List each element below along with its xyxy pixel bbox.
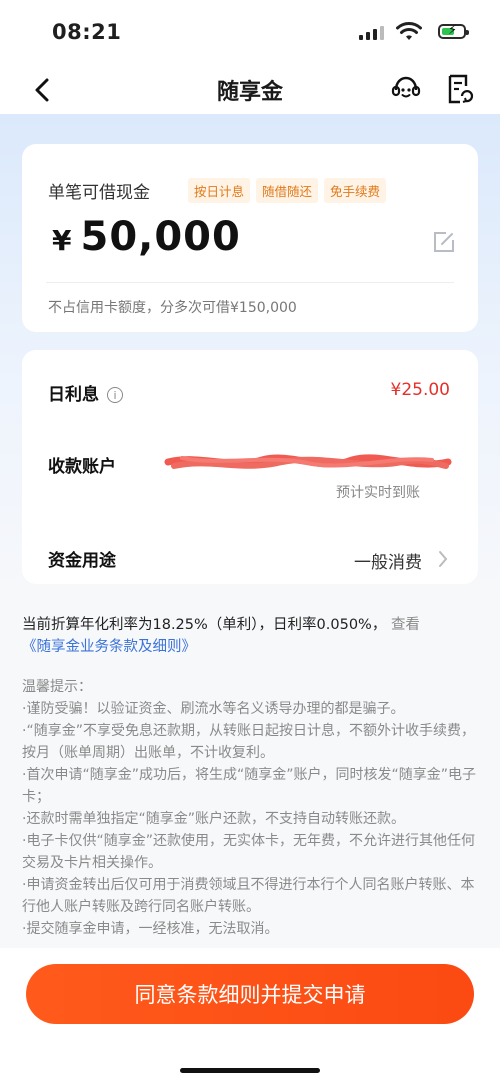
- limit-note: 不占信用卡额度，分多次可借¥150,000: [48, 300, 297, 316]
- customer-service-icon[interactable]: [390, 74, 422, 104]
- tag-no-fee: 免手续费: [324, 178, 387, 203]
- account-label: 收款账户: [48, 457, 116, 477]
- tag-flexible-repay: 随借随还: [256, 178, 319, 203]
- view-label: 查看: [390, 617, 420, 633]
- tip-item: ·首次申请“随享金”成功后，将生成“随享金”账户，同时核发“随享金”电子卡；: [22, 767, 476, 805]
- chevron-right-icon[interactable]: [438, 550, 448, 568]
- interest-value: ¥25.00: [390, 380, 450, 400]
- status-bar: 08:21 ⚡: [0, 0, 500, 66]
- arrival-note: 预计实时到账: [336, 485, 420, 501]
- info-icon[interactable]: i: [107, 387, 123, 403]
- tip-item: ·申请资金转出后仅可用于消费领域且不得进行本行个人同名账户转账、本行他人账户转账…: [22, 877, 475, 915]
- tips-title: 温馨提示：: [22, 679, 92, 695]
- battery-charging-icon: ⚡: [438, 23, 469, 39]
- usage-value[interactable]: 一般消费: [354, 548, 422, 573]
- edit-icon[interactable]: [432, 230, 456, 254]
- home-indicator: [180, 1068, 320, 1073]
- feature-tags: 按日计息 随借随还 免手续费: [188, 178, 387, 203]
- currency-symbol: ¥: [52, 224, 73, 257]
- redacted-account-scribble: [164, 454, 452, 469]
- submit-application-button[interactable]: 同意条款细则并提交申请: [26, 964, 474, 1024]
- cellular-signal-icon: [359, 26, 384, 40]
- loan-detail-card: 日利息 i ¥25.00 收款账户 预计实时到账 资金用途 一般消费: [22, 350, 478, 584]
- page-title: 随享金: [216, 80, 283, 105]
- loan-amount-label: 单笔可借现金: [48, 183, 150, 203]
- interest-label: 日利息: [48, 385, 99, 405]
- terms-link[interactable]: 《随享金业务条款及细则》: [22, 639, 196, 655]
- records-icon[interactable]: [444, 72, 474, 106]
- tip-item: ·电子卡仅供“随享金”还款使用，无实体卡，无年费，不允许进行其他任何交易及卡片相…: [22, 833, 475, 871]
- tip-item: ·“随享金”不享受免息还款期，从转账日起按日计息，不额外计收手续费，按月（账单周…: [22, 723, 475, 761]
- bottom-bar: 同意条款细则并提交申请: [0, 948, 500, 1082]
- divider: [46, 282, 454, 283]
- rate-text: 当前折算年化利率为18.25%（单利），日利率0.050%，: [22, 617, 387, 633]
- status-time: 08:21: [52, 20, 122, 44]
- tips-section: 温馨提示： ·谨防受骗！以验证资金、刷流水等名义诱导办理的都是骗子。 ·“随享金…: [22, 676, 478, 940]
- tip-item: ·谨防受骗！以验证资金、刷流水等名义诱导办理的都是骗子。: [22, 701, 405, 717]
- nav-bar: 随享金: [0, 66, 500, 114]
- loan-amount-value: 50,000: [80, 214, 241, 260]
- loan-amount-card: 单笔可借现金 按日计息 随借随还 免手续费 ¥50,000 不占信用卡额度，分多…: [22, 144, 478, 332]
- rate-info: 当前折算年化利率为18.25%（单利），日利率0.050%， 查看 《随享金业务…: [22, 614, 478, 658]
- wifi-icon: [396, 22, 422, 40]
- usage-label: 资金用途: [48, 551, 116, 571]
- tip-item: ·提交随享金申请，一经核准，无法取消。: [22, 921, 279, 937]
- tip-item: ·还款时需单独指定“随享金”账户还款，不支持自动转账还款。: [22, 811, 405, 827]
- tag-daily-interest: 按日计息: [188, 178, 251, 203]
- loan-amount[interactable]: ¥50,000: [52, 214, 241, 260]
